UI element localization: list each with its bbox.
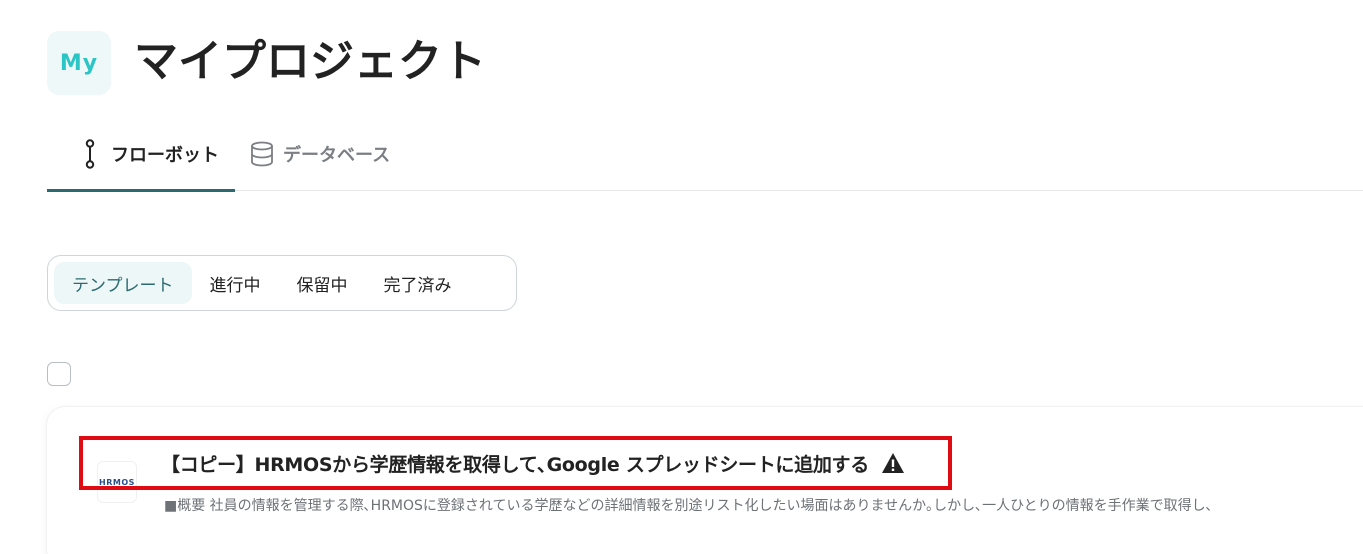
- page: My マイプロジェクト フローボット データベース テンプレート 進行中 保留中…: [0, 0, 1363, 554]
- filter-completed[interactable]: 完了済み: [366, 262, 470, 304]
- project-avatar: My: [47, 31, 111, 95]
- tab-database-label: データベース: [283, 145, 391, 166]
- flow-card[interactable]: HRMOS 【コピー】HRMOSから学歴情報を取得して､Google スプレッド…: [47, 407, 1363, 554]
- flow-title-highlight: 【コピー】HRMOSから学歴情報を取得して､Google スプレッドシートに追加…: [79, 436, 952, 490]
- filter-template[interactable]: テンプレート: [54, 262, 192, 304]
- filter-in-progress[interactable]: 進行中: [192, 262, 279, 304]
- status-filter: テンプレート 進行中 保留中 完了済み: [47, 255, 517, 311]
- tab-flowbot[interactable]: フローボット: [47, 118, 235, 192]
- flowbot-icon: [77, 139, 103, 169]
- flow-description: ■概要 社員の情報を管理する際､HRMOSに登録されている学歴などの詳細情報を別…: [164, 498, 1213, 514]
- page-title: マイプロジェクト: [134, 36, 486, 87]
- project-avatar-text: My: [59, 50, 99, 76]
- select-all-checkbox[interactable]: [47, 362, 71, 386]
- main-tabs: フローボット データベース: [47, 118, 1363, 192]
- warning-icon[interactable]: [881, 452, 905, 474]
- tab-flowbot-label: フローボット: [111, 145, 219, 166]
- tab-database[interactable]: データベース: [247, 118, 390, 190]
- flow-title[interactable]: 【コピー】HRMOSから学歴情報を取得して､Google スプレッドシートに追加…: [161, 450, 869, 477]
- filter-on-hold[interactable]: 保留中: [279, 262, 366, 304]
- database-icon: [249, 139, 275, 169]
